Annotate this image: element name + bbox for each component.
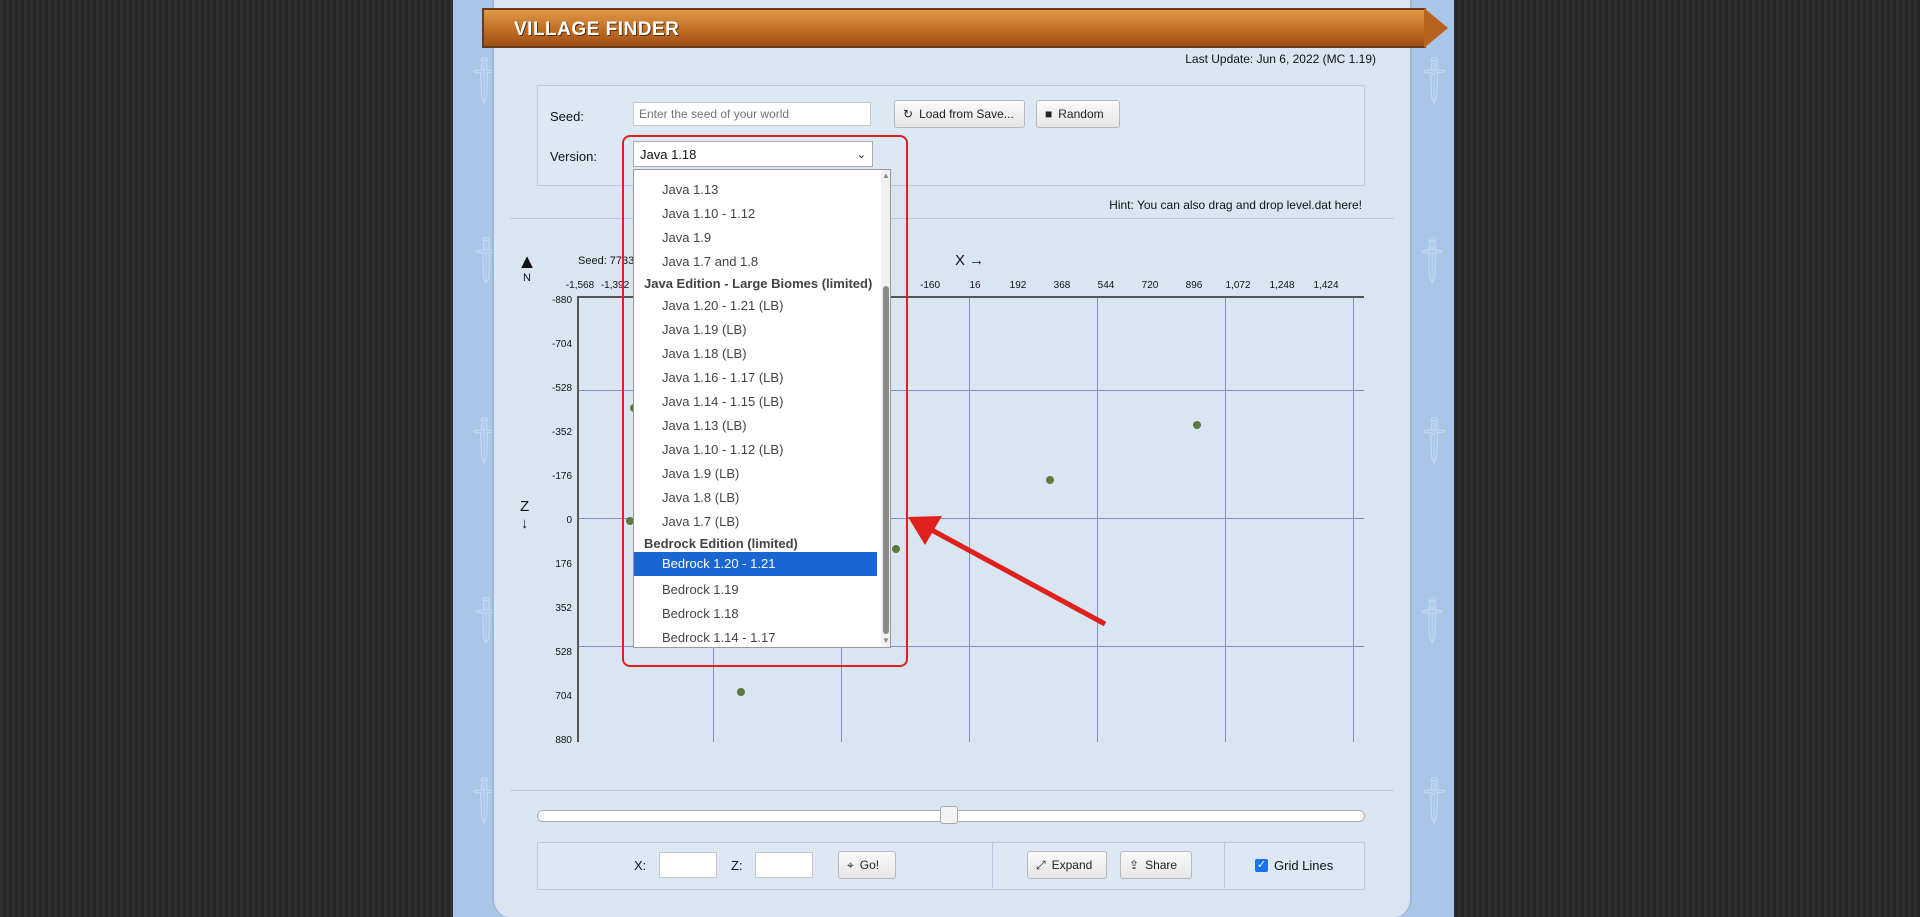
x-tick-label: -1,568	[565, 280, 595, 291]
sword-icon: 🗡	[1403, 231, 1462, 289]
z-coord-input[interactable]	[755, 852, 813, 878]
grid-line	[1225, 298, 1226, 742]
x-coord-label: X:	[634, 858, 647, 873]
x-coord-input[interactable]	[659, 852, 717, 878]
load-from-save-button[interactable]: ↻ Load from Save...	[894, 100, 1025, 128]
x-tick-label: 544	[1097, 280, 1115, 291]
seed-label: Seed:	[550, 109, 584, 124]
annotation-box	[622, 135, 908, 667]
z-tick-label: -352	[551, 427, 572, 438]
last-update-text: Last Update: Jun 6, 2022 (MC 1.19)	[1185, 52, 1376, 66]
x-tick-label: 192	[1009, 280, 1027, 291]
z-tick-label: -176	[551, 471, 572, 482]
seed-input[interactable]	[633, 102, 871, 126]
z-tick-label: 528	[555, 647, 572, 658]
grid-lines-label: Grid Lines	[1274, 858, 1334, 873]
x-tick-label: 16	[969, 280, 981, 291]
z-coord-label: Z:	[731, 858, 743, 873]
x-axis-label: X →	[955, 252, 985, 269]
grid-line	[1353, 298, 1354, 742]
x-tick-label: 896	[1185, 280, 1203, 291]
x-tick-label: -160	[919, 280, 941, 291]
locate-icon: ⌖	[847, 857, 854, 872]
z-tick-label: -704	[551, 339, 572, 350]
z-tick-label: -880	[551, 295, 572, 306]
sword-icon: 🗡	[1403, 591, 1462, 649]
expand-button[interactable]: ⤢ Expand	[1027, 851, 1107, 879]
zoom-slider-thumb[interactable]	[940, 806, 958, 824]
village-marker[interactable]	[737, 688, 745, 696]
gift-icon: ■	[1045, 107, 1053, 121]
page-title: VILLAGE FINDER	[514, 19, 680, 40]
z-tick-label: 176	[555, 559, 572, 570]
expand-icon: ⤢	[1036, 857, 1046, 872]
z-tick-label: 352	[555, 603, 572, 614]
z-tick-label: 0	[566, 515, 572, 526]
go-button[interactable]: ⌖ Go!	[838, 851, 896, 879]
divider	[510, 790, 1394, 791]
divider	[1224, 842, 1225, 888]
z-axis-label: Z ↓	[520, 498, 530, 532]
grid-line	[969, 298, 970, 742]
z-tick-label: 880	[555, 735, 572, 746]
z-tick-label: -528	[551, 383, 572, 394]
village-marker[interactable]	[1046, 476, 1054, 484]
check-icon: ✓	[1256, 859, 1267, 871]
random-button[interactable]: ■ Random	[1036, 100, 1120, 128]
reload-icon: ↻	[903, 107, 914, 121]
version-label: Version:	[550, 149, 597, 164]
x-tick-label: 1,248	[1269, 280, 1295, 291]
x-tick-label: 368	[1053, 280, 1071, 291]
title-banner: VILLAGE FINDER	[482, 8, 1448, 48]
grid-lines-checkbox[interactable]: ✓	[1255, 859, 1268, 872]
north-arrow-icon: ▲	[517, 251, 537, 273]
hint-text: Hint: You can also drag and drop level.d…	[1109, 198, 1362, 212]
z-tick-label: 704	[555, 691, 572, 702]
divider	[992, 842, 993, 888]
share-button[interactable]: ⇪ Share	[1120, 851, 1192, 879]
grid-line	[1097, 298, 1098, 742]
share-icon: ⇪	[1129, 858, 1140, 872]
x-tick-label: 1,424	[1313, 280, 1339, 291]
x-tick-label: 1,072	[1225, 280, 1251, 291]
village-marker[interactable]	[1193, 421, 1201, 429]
x-tick-label: 720	[1141, 280, 1159, 291]
compass: ▲ N	[517, 251, 537, 284]
